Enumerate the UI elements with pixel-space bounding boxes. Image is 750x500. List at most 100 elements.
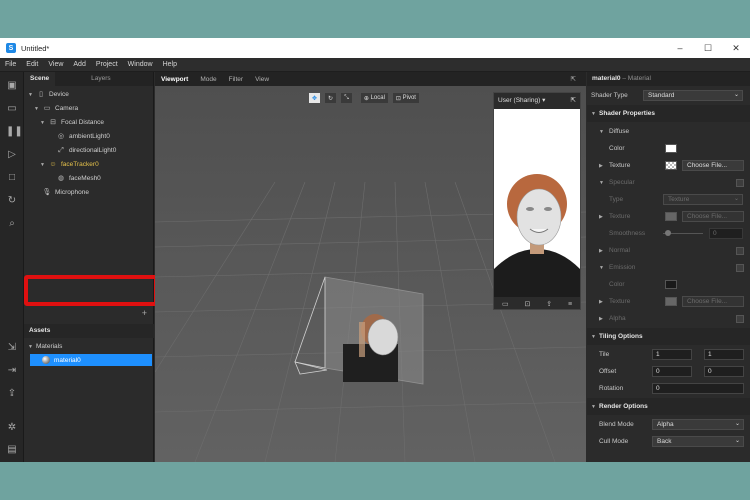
smoothness-value: 0 xyxy=(713,230,717,237)
expand-arrow-icon[interactable]: ▶ xyxy=(599,299,603,305)
tree-item-directional-light[interactable]: ⤢ directionalLight0 xyxy=(48,144,116,158)
tree-item-focal-distance[interactable]: ▼ ⊟ Focal Distance xyxy=(40,116,104,130)
pivot-button[interactable]: ⊡ Pivot xyxy=(391,92,420,104)
assets-folder-materials[interactable]: ▼ Materials xyxy=(28,340,62,354)
specular-checkbox[interactable] xyxy=(736,178,744,187)
video-icon[interactable]: ▭ xyxy=(6,103,18,115)
section-tiling-options[interactable]: ▼ Tiling Options xyxy=(587,328,750,345)
normal-checkbox[interactable] xyxy=(736,246,744,255)
add-object-button[interactable]: + xyxy=(142,308,147,318)
menu-edit[interactable]: Edit xyxy=(21,61,43,68)
specular-type-dropdown[interactable]: Texture ⌄ xyxy=(663,194,743,205)
alpha-checkbox[interactable] xyxy=(736,314,744,323)
choose-file-dropdown[interactable]: Choose File... xyxy=(682,211,744,222)
menu-window[interactable]: Window xyxy=(123,61,158,68)
pivot-label: Pivot xyxy=(402,95,416,101)
capture-icon[interactable]: ⊡ xyxy=(524,300,530,308)
menu-file[interactable]: File xyxy=(0,61,21,68)
texture-swatch[interactable] xyxy=(665,212,677,221)
device-icon: ▯ xyxy=(39,91,43,98)
emission-row[interactable]: ▼ Emission xyxy=(587,259,750,276)
pause-icon[interactable]: ❚❚ xyxy=(6,126,23,138)
tile-y-field[interactable]: 1 xyxy=(704,349,744,360)
emission-texture-row: ▶ Texture Choose File... xyxy=(587,293,750,310)
tree-item-face-mesh[interactable]: ◍ faceMesh0 xyxy=(48,172,101,186)
menu-icon[interactable]: ≡ xyxy=(568,301,572,308)
choose-file-dropdown[interactable]: Choose File... xyxy=(682,296,744,307)
expand-arrow-icon[interactable]: ▼ xyxy=(34,102,42,116)
menu-view[interactable]: View xyxy=(43,61,68,68)
close-button[interactable]: ✕ xyxy=(722,38,750,58)
specular-row[interactable]: ▼ Specular xyxy=(587,174,750,191)
expand-arrow-icon[interactable]: ▼ xyxy=(40,116,48,130)
expand-arrow-icon[interactable]: ▼ xyxy=(28,340,36,354)
globe-icon: ⊕ xyxy=(363,95,371,102)
tree-item-camera[interactable]: ▼ ▭ Camera xyxy=(34,102,78,116)
texture-swatch[interactable] xyxy=(665,297,677,306)
smoothness-field[interactable]: 0 xyxy=(709,228,743,239)
rotation-field[interactable]: 0 xyxy=(652,383,744,394)
pop-out-icon[interactable]: ⇱ xyxy=(565,75,582,83)
blend-mode-dropdown[interactable]: Alpha ⌄ xyxy=(652,419,744,430)
tree-item-microphone[interactable]: 🎙︎ Microphone xyxy=(34,186,89,200)
expand-arrow-icon[interactable]: ▼ xyxy=(28,88,36,102)
emission-color-swatch[interactable] xyxy=(665,280,677,289)
layout-icon[interactable]: ▣ xyxy=(6,80,18,92)
scale-tool-icon[interactable]: ⤡ xyxy=(340,92,353,104)
share-icon[interactable]: ⇪ xyxy=(546,300,552,308)
tab-view[interactable]: View xyxy=(249,76,275,83)
tile-x-field[interactable]: 1 xyxy=(652,349,692,360)
pop-out-icon[interactable]: ⇱ xyxy=(571,96,576,104)
choose-file-dropdown[interactable]: Choose File... xyxy=(682,160,744,171)
offset-x-field[interactable]: 0 xyxy=(652,366,692,377)
expand-arrow-icon[interactable]: ▶ xyxy=(599,214,603,220)
expand-arrow-icon[interactable]: ▼ xyxy=(40,158,48,172)
import-icon[interactable]: ⇲ xyxy=(6,342,18,354)
asset-item-material0[interactable]: material0 xyxy=(30,354,152,366)
slider-handle[interactable] xyxy=(665,230,671,236)
tab-filter[interactable]: Filter xyxy=(223,76,249,83)
preview-device-select[interactable]: User (Sharing) ▾ xyxy=(498,96,545,104)
stop-icon[interactable]: □ xyxy=(6,172,18,184)
upload-icon[interactable]: ⇪ xyxy=(6,388,18,400)
tab-scene[interactable]: Scene xyxy=(24,72,56,86)
offset-y-field[interactable]: 0 xyxy=(704,366,744,377)
tree-item-device[interactable]: ▼ ▯ Device xyxy=(28,88,69,102)
search-icon[interactable]: ⌕ xyxy=(6,218,18,230)
tree-item-label: faceMesh0 xyxy=(69,175,101,182)
cull-mode-dropdown[interactable]: Back ⌄ xyxy=(652,436,744,447)
tab-mode[interactable]: Mode xyxy=(194,76,222,83)
tree-item-face-tracker[interactable]: ▼ ☺ faceTracker0 xyxy=(40,158,99,172)
section-render-options[interactable]: ▼ Render Options xyxy=(587,398,750,415)
rotate-tool-icon[interactable]: ↻ xyxy=(324,92,338,104)
emission-checkbox[interactable] xyxy=(736,263,744,272)
refresh-icon[interactable]: ↻ xyxy=(6,195,18,207)
local-space-button[interactable]: ⊕ Local xyxy=(359,92,389,104)
type-label: Type xyxy=(609,196,624,203)
play-icon[interactable]: ▷ xyxy=(6,149,18,161)
menu-add[interactable]: Add xyxy=(68,61,90,68)
section-shader-properties[interactable]: ▼ Shader Properties xyxy=(587,105,750,122)
maximize-button[interactable]: ☐ xyxy=(694,38,722,58)
expand-arrow-icon[interactable]: ▶ xyxy=(599,163,603,169)
tab-layers[interactable]: Layers xyxy=(85,72,117,86)
texture-swatch[interactable] xyxy=(665,161,677,170)
tree-item-ambient-light[interactable]: ◎ ambientLight0 xyxy=(48,130,110,144)
alpha-row[interactable]: ▶ Alpha xyxy=(587,310,750,327)
normal-row[interactable]: ▶ Normal xyxy=(587,242,750,259)
record-video-icon[interactable]: ▭ xyxy=(502,300,509,308)
move-tool-icon[interactable]: ✥ xyxy=(308,92,322,104)
diffuse-color-swatch[interactable] xyxy=(665,144,677,153)
specular-texture-row: ▶ Texture Choose File... xyxy=(587,208,750,225)
bug-icon[interactable]: ✲ xyxy=(6,422,18,434)
preview-screen xyxy=(494,109,580,297)
menu-project[interactable]: Project xyxy=(91,61,123,68)
notification-icon[interactable]: ▤ xyxy=(6,444,18,456)
shader-type-dropdown[interactable]: Standard ⌄ xyxy=(643,90,743,101)
minimize-button[interactable]: – xyxy=(666,38,694,58)
tab-viewport[interactable]: Viewport xyxy=(155,76,194,83)
menu-help[interactable]: Help xyxy=(158,61,182,68)
login-icon[interactable]: ⇥ xyxy=(6,365,18,377)
diffuse-row[interactable]: ▼ Diffuse xyxy=(587,123,750,140)
rotation-row: Rotation 0 xyxy=(587,380,750,397)
